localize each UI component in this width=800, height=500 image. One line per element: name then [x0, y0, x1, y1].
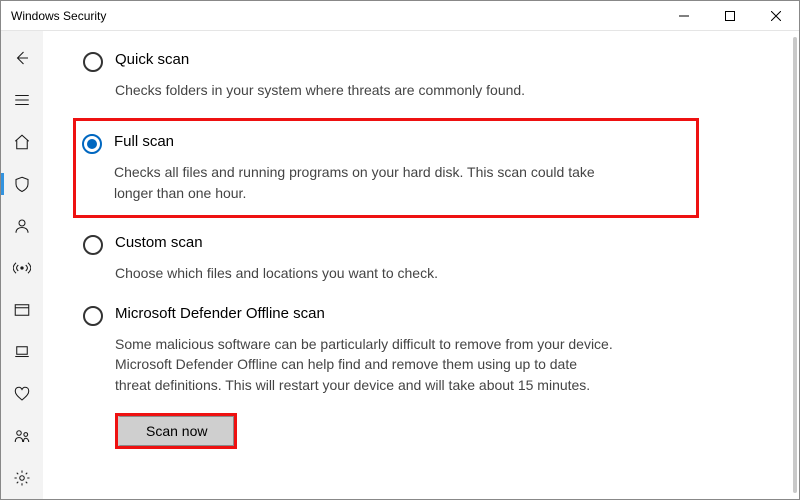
option-description: Checks folders in your system where thre…: [115, 80, 615, 100]
option-description: Some malicious software can be particula…: [115, 334, 615, 395]
scan-now-button[interactable]: Scan now: [118, 416, 234, 446]
laptop-icon: [13, 343, 31, 361]
menu-button[interactable]: [1, 79, 43, 121]
home-icon: [13, 133, 31, 151]
nav-device-performance[interactable]: [1, 373, 43, 415]
option-title: Quick scan: [115, 51, 189, 68]
option-title: Microsoft Defender Offline scan: [115, 305, 325, 322]
radio-icon[interactable]: [83, 52, 103, 72]
hamburger-icon: [13, 91, 31, 109]
nav-virus-protection[interactable]: [1, 163, 43, 205]
nav-app-browser[interactable]: [1, 289, 43, 331]
broadcast-icon: [13, 259, 31, 277]
option-quick-scan[interactable]: Quick scan: [83, 47, 759, 74]
highlight-scan-now: Scan now: [115, 413, 237, 449]
back-arrow-icon: [13, 49, 31, 67]
nav-account-protection[interactable]: [1, 205, 43, 247]
nav-family-options[interactable]: [1, 415, 43, 457]
nav-device-security[interactable]: [1, 331, 43, 373]
scrollbar[interactable]: [793, 37, 797, 493]
option-description: Choose which files and locations you wan…: [115, 263, 615, 283]
nav-home[interactable]: [1, 121, 43, 163]
option-offline-scan[interactable]: Microsoft Defender Offline scan: [83, 301, 759, 328]
back-button[interactable]: [1, 37, 43, 79]
scan-options-panel: Quick scan Checks folders in your system…: [43, 31, 799, 499]
maximize-button[interactable]: [707, 1, 753, 31]
shield-icon: [13, 175, 31, 193]
close-button[interactable]: [753, 1, 799, 31]
radio-icon[interactable]: [83, 306, 103, 326]
minimize-button[interactable]: [661, 1, 707, 31]
nav-firewall[interactable]: [1, 247, 43, 289]
window-title: Windows Security: [11, 9, 106, 23]
gear-icon: [13, 469, 31, 487]
option-title: Full scan: [114, 133, 174, 150]
heart-icon: [13, 385, 31, 403]
option-description: Checks all files and running programs on…: [114, 162, 614, 203]
highlight-full-scan: Full scan Checks all files and running p…: [73, 118, 699, 218]
person-icon: [13, 217, 31, 235]
window-icon: [13, 301, 31, 319]
radio-icon[interactable]: [83, 235, 103, 255]
family-icon: [13, 427, 31, 445]
radio-icon[interactable]: [82, 134, 102, 154]
window-controls: [661, 1, 799, 31]
option-custom-scan[interactable]: Custom scan: [83, 230, 759, 257]
option-title: Custom scan: [115, 234, 203, 251]
nav-rail: [1, 31, 43, 499]
option-full-scan[interactable]: Full scan: [82, 129, 686, 156]
nav-settings[interactable]: [1, 457, 43, 499]
